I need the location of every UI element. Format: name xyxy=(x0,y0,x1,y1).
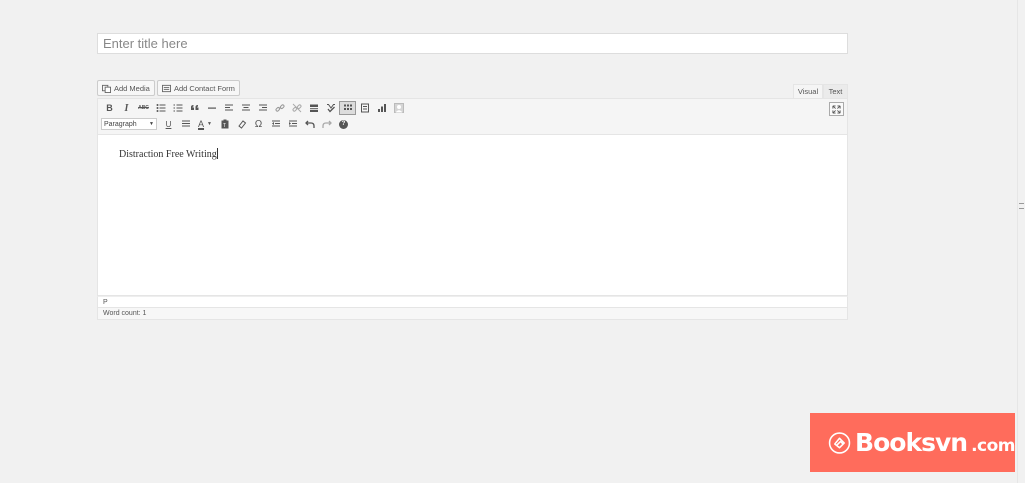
format-select[interactable]: Paragraph ▼ xyxy=(101,118,157,130)
kitchen-sink-button[interactable] xyxy=(339,101,356,115)
text-caret xyxy=(216,148,218,159)
tab-text[interactable]: Text xyxy=(823,84,848,98)
editor-text: Distraction Free Writing xyxy=(119,149,217,160)
strikethrough-icon: ABC xyxy=(138,105,149,111)
format-select-value: Paragraph xyxy=(104,120,137,128)
bullet-list-button[interactable] xyxy=(152,101,169,115)
indent-icon xyxy=(288,120,297,127)
brand-logo-icon xyxy=(828,431,851,454)
brand-tld: .com xyxy=(971,435,1015,456)
kitchen-sink-icon xyxy=(343,104,352,110)
bold-button[interactable]: B xyxy=(101,101,118,115)
align-right-button[interactable] xyxy=(254,101,271,115)
help-icon: ? xyxy=(339,119,348,129)
read-more-icon xyxy=(309,104,318,112)
chart-icon xyxy=(377,104,386,112)
insert-contact-form-icon xyxy=(360,103,369,113)
text-color-button[interactable]: A ▼ xyxy=(194,117,216,131)
blockquote-button[interactable] xyxy=(186,101,203,115)
justify-button[interactable] xyxy=(177,117,194,131)
special-character-icon: Ω xyxy=(254,118,263,130)
link-button[interactable] xyxy=(271,101,288,115)
unlink-icon xyxy=(292,103,301,113)
clear-formatting-icon xyxy=(237,120,246,129)
unlink-button[interactable] xyxy=(288,101,305,115)
spellcheck-icon xyxy=(326,104,335,113)
spellcheck-button[interactable] xyxy=(322,101,339,115)
bullet-list-icon xyxy=(156,104,165,112)
link-icon xyxy=(275,104,284,112)
scrollbar[interactable] xyxy=(1017,0,1025,483)
add-contact-form-button[interactable]: Add Contact Form xyxy=(157,80,240,96)
align-center-button[interactable] xyxy=(237,101,254,115)
text-color-icon: A xyxy=(198,119,205,129)
svg-text:T: T xyxy=(223,123,226,129)
fullscreen-icon xyxy=(832,104,841,114)
undo-button[interactable] xyxy=(301,117,318,131)
media-icon xyxy=(102,84,111,93)
word-count-bar: Word count: 1 xyxy=(97,308,848,320)
italic-icon: I xyxy=(124,102,129,114)
horizontal-rule-icon xyxy=(207,107,216,109)
paste-text-icon: T xyxy=(221,119,228,129)
outdent-button[interactable] xyxy=(267,117,284,131)
strikethrough-button[interactable]: ABC xyxy=(135,101,152,115)
justify-icon xyxy=(181,120,190,127)
horizontal-rule-button[interactable] xyxy=(203,101,220,115)
align-left-button[interactable] xyxy=(220,101,237,115)
editor-paragraph[interactable]: Distraction Free Writing xyxy=(119,148,218,160)
element-path[interactable]: P xyxy=(103,299,108,306)
tab-visual[interactable]: Visual xyxy=(793,84,823,98)
add-media-label: Add Media xyxy=(114,83,150,93)
blockquote-icon xyxy=(190,105,198,110)
chart-button[interactable] xyxy=(373,101,390,115)
numbered-list-button[interactable] xyxy=(169,101,186,115)
watermark-banner: Booksvn .com xyxy=(810,413,1015,472)
underline-button[interactable]: U xyxy=(160,117,177,131)
add-contact-form-label: Add Contact Form xyxy=(174,83,235,93)
brand-name: Booksvn xyxy=(855,428,968,457)
tab-text-label: Text xyxy=(828,87,843,96)
insert-contact-form-button[interactable] xyxy=(356,101,373,115)
bold-icon: B xyxy=(106,103,113,113)
toolbar-row-1: B I ABC xyxy=(101,101,407,115)
redo-button[interactable] xyxy=(318,117,335,131)
numbered-list-icon xyxy=(173,104,182,112)
element-path-bar: P xyxy=(97,296,848,308)
redo-icon xyxy=(321,120,332,128)
avatar-icon xyxy=(393,103,404,113)
editor-toolbar: B I ABC Paragraph ▼ U A ▼ T Ω ? xyxy=(97,98,848,135)
underline-icon: U xyxy=(165,119,172,129)
distraction-free-button[interactable] xyxy=(829,102,844,116)
align-right-icon xyxy=(258,104,267,111)
word-count: Word count: 1 xyxy=(103,310,147,317)
outdent-icon xyxy=(271,120,280,127)
scrollbar-grip[interactable] xyxy=(1019,203,1024,209)
toolbar-row-2: Paragraph ▼ U A ▼ T Ω ? xyxy=(101,117,352,131)
paste-text-button[interactable]: T xyxy=(216,117,233,131)
indent-button[interactable] xyxy=(284,117,301,131)
special-character-button[interactable]: Ω xyxy=(250,117,267,131)
undo-icon xyxy=(304,120,315,128)
tab-visual-label: Visual xyxy=(797,87,819,96)
avatar-button[interactable] xyxy=(390,101,407,115)
italic-button[interactable]: I xyxy=(118,101,135,115)
editor-content-area[interactable]: Distraction Free Writing xyxy=(97,135,848,296)
help-button[interactable]: ? xyxy=(335,117,352,131)
add-media-button[interactable]: Add Media xyxy=(97,80,155,96)
title-input[interactable] xyxy=(97,33,848,54)
align-center-icon xyxy=(241,104,250,111)
clear-formatting-button[interactable] xyxy=(233,117,250,131)
read-more-button[interactable] xyxy=(305,101,322,115)
text-color-dropdown-icon: ▼ xyxy=(207,121,212,127)
align-left-icon xyxy=(224,104,233,111)
contact-form-icon xyxy=(162,84,171,92)
chevron-down-icon: ▼ xyxy=(149,121,154,127)
